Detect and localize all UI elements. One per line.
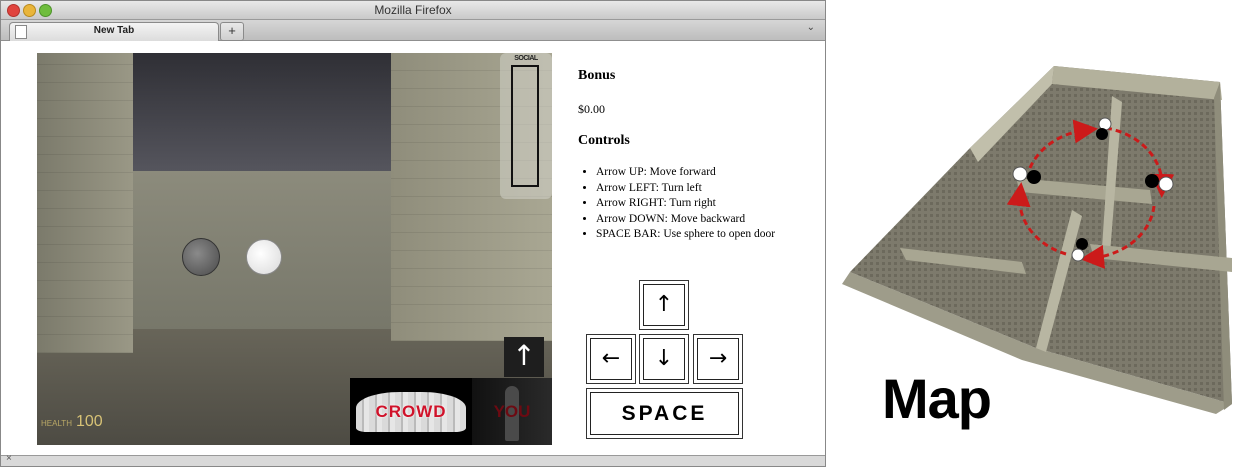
arrow-up-icon: ↑	[643, 284, 685, 326]
health-value: 100	[75, 413, 103, 430]
minimap-label: SOCIAL	[514, 55, 538, 62]
health-display: HEALTH 100	[41, 413, 103, 431]
arrow-right-icon: →	[697, 338, 739, 380]
chevron-down-icon[interactable]: ⌄	[807, 22, 815, 33]
list-item: Arrow LEFT: Turn left	[596, 181, 775, 197]
light-sphere	[246, 239, 282, 275]
tab-new-tab[interactable]: New Tab	[9, 22, 219, 41]
white-sphere	[1158, 176, 1174, 192]
arrow-down-icon: ↓	[643, 338, 685, 380]
new-tab-button[interactable]: +	[220, 22, 244, 41]
map-title: Map	[882, 367, 992, 430]
dark-sphere	[182, 238, 220, 276]
controls-list: Arrow UP: Move forward Arrow LEFT: Turn …	[578, 165, 775, 243]
minimap	[511, 65, 539, 187]
space-key-button[interactable]: SPACE	[586, 388, 743, 439]
down-key-button[interactable]: ↓	[639, 334, 689, 384]
health-label: HEALTH	[41, 419, 72, 428]
white-sphere	[1071, 248, 1085, 262]
bonus-heading: Bonus	[578, 68, 616, 83]
ceiling	[133, 53, 391, 171]
black-sphere	[1027, 170, 1041, 184]
arrow-up-icon: ↑	[504, 337, 544, 377]
arrow-left-icon: ←	[590, 338, 632, 380]
left-wall	[37, 53, 133, 353]
black-sphere	[1145, 174, 1159, 188]
space-key-label: SPACE	[590, 392, 739, 435]
controls-heading: Controls	[578, 133, 630, 148]
list-item: Arrow DOWN: Move backward	[596, 212, 775, 228]
tab-bar: New Tab + ⌄	[1, 20, 825, 41]
white-sphere	[1012, 166, 1028, 182]
status-bar: ×	[1, 453, 825, 466]
bonus-value: $0.00	[578, 102, 605, 116]
black-sphere	[1096, 128, 1108, 140]
window-title: Mozilla Firefox	[374, 3, 452, 17]
tab-label: New Tab	[93, 25, 135, 36]
you-label: YOU	[493, 402, 531, 421]
black-sphere	[1076, 238, 1088, 250]
crowd-indicator: CROWD	[350, 378, 472, 445]
list-item: Arrow RIGHT: Turn right	[596, 196, 775, 212]
title-bar: Mozilla Firefox	[1, 1, 825, 20]
up-key-button[interactable]: ↑	[639, 280, 689, 330]
close-icon[interactable]: ×	[6, 453, 12, 464]
list-item: SPACE BAR: Use sphere to open door	[596, 227, 775, 243]
list-item: Arrow UP: Move forward	[596, 165, 775, 181]
left-key-button[interactable]: ←	[586, 334, 636, 384]
crowd-label: CROWD	[375, 402, 447, 421]
you-indicator: YOU	[472, 378, 552, 445]
game-viewport[interactable]: SOCIAL HEALTH 100 ↑ CROWD YOU	[37, 53, 552, 445]
right-key-button[interactable]: →	[693, 334, 743, 384]
